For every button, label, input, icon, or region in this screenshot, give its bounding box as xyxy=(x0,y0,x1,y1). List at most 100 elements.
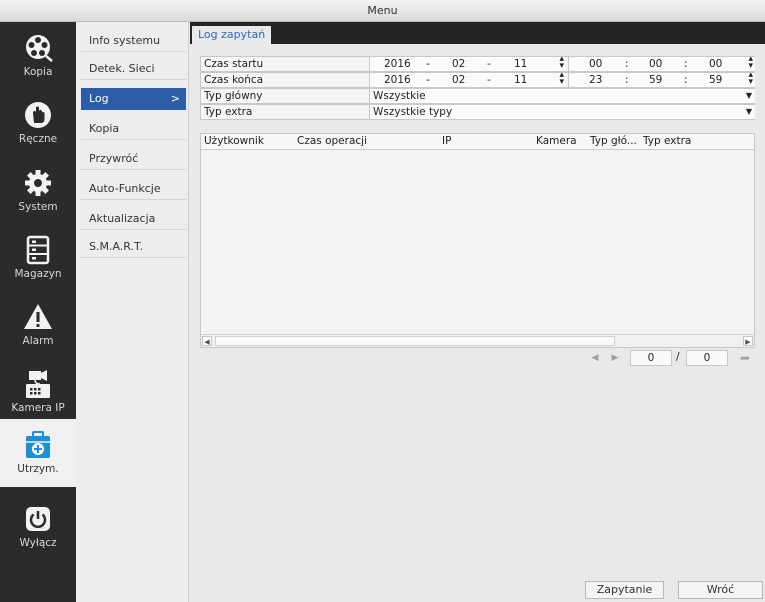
end-second: 59 xyxy=(709,74,723,86)
submenu-item-aktualizacja[interactable]: Aktualizacja xyxy=(81,208,186,230)
date-separator: - xyxy=(487,58,491,70)
submenu-item-info-systemu[interactable]: Info systemu xyxy=(81,30,186,52)
time-separator: : xyxy=(684,58,688,70)
tab-log-zapytan[interactable]: Log zapytań xyxy=(192,26,272,44)
next-page-icon[interactable]: ▶ xyxy=(606,350,624,366)
maintenance-kit-icon xyxy=(26,431,50,458)
column-header-ip[interactable]: IP xyxy=(442,134,451,149)
start-second: 00 xyxy=(709,58,723,70)
nav-item-system[interactable]: System xyxy=(0,161,76,223)
nav-item-magazyn[interactable]: Magazyn xyxy=(0,228,76,290)
start-hour: 00 xyxy=(589,58,603,70)
log-results-table: Użytkownik Czas operacji IP Kamera Typ g… xyxy=(200,133,755,348)
main-type-label: Typ główny xyxy=(204,90,263,102)
nav-item-kamera-ip[interactable]: Kamera IP xyxy=(0,362,76,424)
nav-item-label: System xyxy=(18,201,58,213)
start-year: 2016 xyxy=(384,58,411,70)
end-month: 02 xyxy=(452,74,466,86)
nav-item-label: Kopia xyxy=(23,66,53,78)
time-separator: : xyxy=(625,74,629,86)
film-reel-icon xyxy=(26,35,53,62)
nav-item-label: Ręczne xyxy=(18,133,58,145)
extra-type-value: Wszystkie typy xyxy=(373,106,453,118)
nav-item-label: Alarm xyxy=(22,335,54,347)
submenu-item-auto-funkcje[interactable]: Auto-Funkcje xyxy=(81,178,186,200)
start-date-field[interactable]: 2016 - 02 - 11 ▴ ▾ xyxy=(369,55,566,71)
submenu-item-kopia[interactable]: Kopia xyxy=(81,118,186,140)
time-separator: : xyxy=(625,58,629,70)
pagination: ◀ ▶ 0 / 0 ➦ xyxy=(586,350,756,366)
nav-item-alarm[interactable]: Alarm xyxy=(0,295,76,357)
scrollbar-thumb[interactable] xyxy=(215,336,615,346)
nav-item-utrzym[interactable]: Utrzym. xyxy=(0,419,76,487)
submenu-item-log[interactable]: Log > xyxy=(81,88,186,110)
end-day: 11 xyxy=(514,74,528,86)
extra-type-label: Typ extra xyxy=(204,106,253,118)
nav-item-label: Utrzym. xyxy=(17,463,59,475)
submenu-item-label: Log xyxy=(89,92,109,105)
end-time-row: Czas końca 2016 - 02 - 11 ▴ ▾ 23 : 59 : 5… xyxy=(200,71,755,88)
start-time-field[interactable]: 00 : 00 : 00 ▴ ▾ xyxy=(568,55,755,71)
column-header-extra-type[interactable]: Typ extra xyxy=(643,134,691,149)
main-type-select[interactable]: Wszystkie ▼ xyxy=(369,89,755,103)
go-to-page-icon[interactable]: ➦ xyxy=(736,350,754,366)
spin-arrows-icon[interactable]: ▴ ▾ xyxy=(748,71,753,87)
spin-arrows-icon[interactable]: ▴ ▾ xyxy=(748,55,753,71)
end-time-field[interactable]: 23 : 59 : 59 ▴ ▾ xyxy=(568,71,755,87)
total-pages-field: 0 xyxy=(686,350,728,366)
column-header-camera[interactable]: Kamera xyxy=(536,134,577,149)
nav-item-wylacz[interactable]: Wyłącz xyxy=(0,497,76,559)
nav-item-label: Magazyn xyxy=(14,268,62,280)
end-date-field[interactable]: 2016 - 02 - 11 ▴ ▾ xyxy=(369,71,566,87)
main-navigation: Kopia Ręczne System Magazyn Alarm Kamera… xyxy=(0,22,76,602)
spin-arrows-icon[interactable]: ▴ ▾ xyxy=(559,55,564,71)
nav-item-reczne[interactable]: Ręczne xyxy=(0,93,76,155)
submenu-item-smart[interactable]: S.M.A.R.T. xyxy=(81,236,186,258)
power-icon xyxy=(26,507,50,531)
log-query-panel: Log zapytań Czas startu 2016 - 02 - 11 ▴… xyxy=(190,22,765,602)
column-header-operation-time[interactable]: Czas operacji xyxy=(297,134,367,149)
end-hour: 23 xyxy=(589,74,603,86)
chevron-right-icon: > xyxy=(170,92,180,105)
nav-item-label: Wyłącz xyxy=(19,537,57,549)
query-button[interactable]: Zapytanie xyxy=(585,581,664,599)
chevron-down-icon: ▼ xyxy=(745,91,752,100)
start-time-row: Czas startu 2016 - 02 - 11 ▴ ▾ 00 : 00 : … xyxy=(200,55,755,72)
submenu-item-przywroc[interactable]: Przywróć xyxy=(81,148,186,170)
window-title: Menu xyxy=(0,0,765,22)
chevron-down-icon: ▼ xyxy=(745,107,752,116)
column-header-user[interactable]: Użytkownik xyxy=(204,134,264,149)
submenu-item-detek-sieci[interactable]: Detek. Sieci xyxy=(81,58,186,80)
date-separator: - xyxy=(487,74,491,86)
end-minute: 59 xyxy=(649,74,663,86)
start-month: 02 xyxy=(452,58,466,70)
tab-bar: Log zapytań xyxy=(190,22,765,44)
extra-type-row: Typ extra Wszystkie typy ▼ xyxy=(200,104,755,120)
ip-camera-icon xyxy=(26,370,50,398)
extra-type-select[interactable]: Wszystkie typy ▼ xyxy=(369,105,755,119)
time-separator: : xyxy=(684,74,688,86)
nav-item-label: Kamera IP xyxy=(11,402,65,414)
storage-icon xyxy=(26,235,50,265)
end-year: 2016 xyxy=(384,74,411,86)
date-separator: - xyxy=(426,74,430,86)
main-type-value: Wszystkie xyxy=(373,90,426,102)
column-header-main-type[interactable]: Typ głó... xyxy=(590,134,637,149)
scroll-right-icon[interactable]: ▶ xyxy=(743,336,753,346)
end-time-label: Czas końca xyxy=(204,74,264,86)
date-separator: - xyxy=(426,58,430,70)
gear-icon xyxy=(25,170,51,196)
back-button[interactable]: Wróć xyxy=(678,581,763,599)
table-header: Użytkownik Czas operacji IP Kamera Typ g… xyxy=(201,134,754,150)
current-page-field[interactable]: 0 xyxy=(630,350,672,366)
prev-page-icon[interactable]: ◀ xyxy=(586,350,604,366)
spin-arrows-icon[interactable]: ▴ ▾ xyxy=(559,71,564,87)
maintenance-submenu: Info systemu Detek. Sieci Log > Kopia Pr… xyxy=(76,22,189,602)
horizontal-scrollbar[interactable]: ◀ ▶ xyxy=(201,334,754,347)
page-separator: / xyxy=(676,351,680,363)
start-time-label: Czas startu xyxy=(204,58,264,70)
nav-item-kopia[interactable]: Kopia xyxy=(0,26,76,88)
main-type-row: Typ główny Wszystkie ▼ xyxy=(200,88,755,104)
scroll-left-icon[interactable]: ◀ xyxy=(202,336,212,346)
start-minute: 00 xyxy=(649,58,663,70)
